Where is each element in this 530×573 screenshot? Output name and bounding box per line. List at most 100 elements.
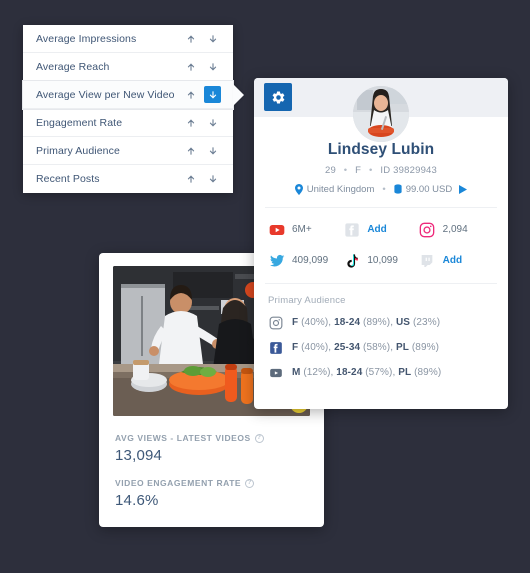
audience-age-pct: (58%) [363, 342, 391, 353]
sort-down-button[interactable] [204, 58, 221, 75]
play-arrow-icon[interactable] [459, 185, 468, 194]
social-stat-facebook[interactable]: Add [343, 221, 418, 238]
stat-value: 14.6% [115, 492, 159, 509]
app-canvas: Average Impressions Average Reach Average … [0, 0, 530, 573]
sort-row-label: Average View per New Video [36, 88, 175, 101]
settings-button[interactable] [264, 83, 292, 111]
arrow-up-icon [187, 63, 194, 71]
sort-down-button[interactable] [204, 142, 221, 159]
sort-row[interactable]: Average Reach [23, 53, 233, 81]
tiktok-icon [347, 253, 358, 268]
avatar-image [353, 86, 409, 142]
primary-audience-section: Primary Audience F (40%), 18-24 (89%), U… [254, 295, 508, 380]
twitch-icon-wrap [419, 252, 436, 269]
facebook-icon [345, 222, 359, 237]
twitter-icon [269, 254, 284, 266]
youtube-icon [269, 224, 284, 235]
audience-gender-pct: (40%) [301, 342, 329, 353]
stats-list: AVG VIEWS - LATEST VIDEOS? 13,094 VIDEO EN… [115, 433, 310, 509]
sort-row[interactable]: Average View per New Video [23, 81, 244, 109]
audience-country: PL [398, 367, 412, 378]
youtube-icon-wrap [268, 365, 283, 380]
selection-pointer [233, 83, 244, 106]
sort-row-label: Average Reach [36, 60, 110, 73]
audience-row-youtube: M (12%), 18-24 (57%), PL (89%) [268, 365, 494, 380]
audience-age-pct: (57%) [365, 367, 393, 378]
social-stat-twitch[interactable]: Add [419, 252, 494, 269]
social-stat-twitter[interactable]: 409,099 [268, 252, 343, 269]
audience-gender: M [292, 367, 301, 378]
facebook-icon-wrap [268, 340, 283, 355]
arrow-down-icon [209, 175, 216, 183]
social-stat-youtube[interactable]: 6M+ [268, 221, 343, 238]
audience-breakdown-text: F (40%), 18-24 (89%), US (23%) [292, 317, 441, 328]
sort-row[interactable]: Recent Posts [23, 165, 233, 193]
audience-age: 18-24 [336, 367, 363, 378]
help-icon[interactable]: ? [254, 433, 264, 443]
meta-separator: • [382, 184, 386, 195]
sort-down-button[interactable] [204, 30, 221, 47]
sort-direction-controls [182, 30, 221, 47]
meta-separator: • [369, 165, 373, 176]
instagram-icon-grey [269, 316, 282, 329]
stat-label-text: VIDEO ENGAGEMENT RATE [115, 478, 242, 488]
sort-up-button[interactable] [182, 86, 199, 103]
avatar[interactable] [353, 86, 409, 142]
sort-up-button[interactable] [182, 58, 199, 75]
sort-down-button[interactable] [204, 86, 221, 103]
page-title: Lindsey Lubin [327, 141, 435, 158]
profile-location-price: United Kingdom • 99.00 USD [266, 184, 496, 195]
sort-down-button[interactable] [204, 171, 221, 188]
social-follower-count: 2,094 [442, 224, 468, 235]
arrow-down-icon [209, 146, 216, 154]
profile-meta: 29 • F • ID 39829943 [266, 165, 496, 176]
youtube-icon-wrap [268, 221, 285, 238]
sort-up-button[interactable] [182, 114, 199, 131]
audience-country-pct: (23%) [412, 317, 441, 328]
social-follower-count: 409,099 [292, 255, 329, 266]
arrow-down-icon [209, 118, 216, 126]
tiktok-icon-wrap [343, 252, 360, 269]
facebook-icon-wrap [343, 221, 360, 238]
arrow-up-icon [187, 91, 194, 99]
social-add-link[interactable]: Add [367, 224, 386, 235]
audience-row-instagram: F (40%), 18-24 (89%), US (23%) [268, 315, 494, 330]
social-follower-count: 10,099 [367, 255, 398, 266]
stat-label: AVG VIEWS - LATEST VIDEOS? [115, 433, 310, 443]
sort-up-button[interactable] [182, 171, 199, 188]
arrow-up-icon [187, 147, 194, 155]
gear-icon [272, 90, 284, 104]
money-icon [394, 184, 402, 194]
facebook-icon-blue [269, 341, 282, 354]
audience-breakdown-text: M (12%), 18-24 (57%), PL (89%) [292, 367, 442, 378]
audience-gender: F [292, 317, 299, 328]
arrow-up-icon [187, 175, 194, 183]
profile-gender: F [355, 165, 362, 176]
sort-down-button[interactable] [204, 114, 221, 131]
profile-age: 29 [324, 165, 336, 176]
help-icon[interactable]: ? [245, 478, 255, 488]
social-stat-tiktok[interactable]: 10,099 [343, 252, 418, 269]
sort-direction-controls [182, 171, 221, 188]
profile-price: 99.00 USD [405, 184, 453, 195]
audience-gender-pct: (12%) [303, 367, 331, 378]
social-add-link[interactable]: Add [443, 255, 462, 266]
sort-row[interactable]: Engagement Rate [23, 109, 233, 137]
social-stat-instagram[interactable]: 2,094 [419, 221, 494, 238]
arrow-up-icon [187, 119, 194, 127]
sort-up-button[interactable] [182, 142, 199, 159]
audience-country-pct: (89%) [414, 367, 442, 378]
youtube-icon-grey [269, 368, 282, 377]
metric-sort-list: Average Impressions Average Reach Average … [23, 25, 244, 193]
arrow-down-icon [209, 90, 216, 98]
twitch-icon [421, 254, 433, 267]
sort-row[interactable]: Primary Audience [23, 137, 233, 165]
instagram-icon-wrap [268, 315, 283, 330]
arrow-down-icon [209, 34, 216, 42]
audience-row-facebook: F (40%), 25-34 (58%), PL (89%) [268, 340, 494, 355]
sort-up-button[interactable] [182, 30, 199, 47]
arrow-up-icon [187, 35, 194, 43]
audience-age: 18-24 [334, 317, 361, 328]
stat-label: VIDEO ENGAGEMENT RATE? [115, 478, 310, 488]
sort-row[interactable]: Average Impressions [23, 25, 233, 53]
